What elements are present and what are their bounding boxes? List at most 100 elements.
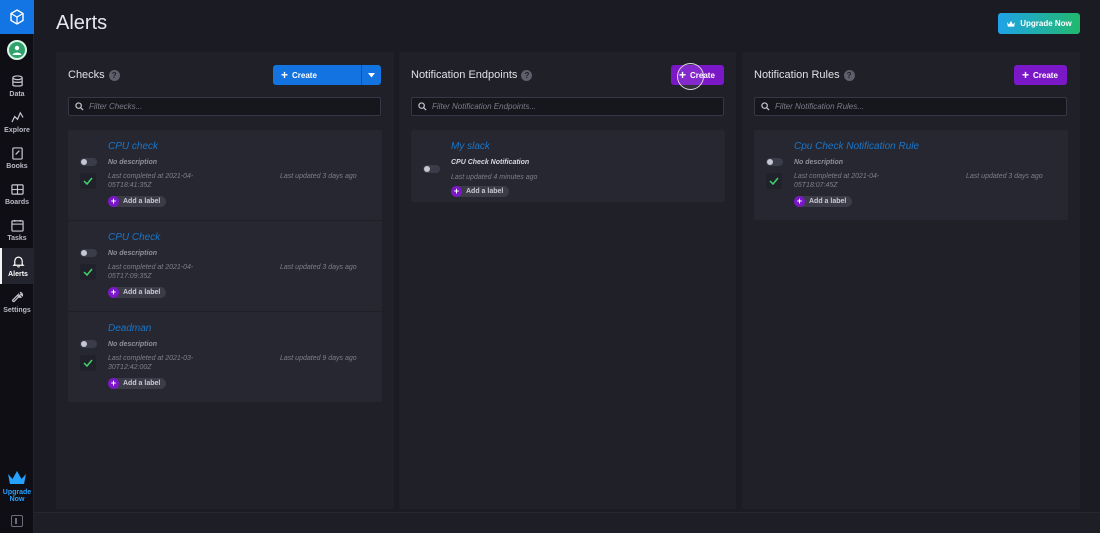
status-ok-icon: [80, 173, 96, 189]
sidebar-item-books[interactable]: Books: [0, 140, 34, 176]
endpoint-name-link[interactable]: My slack: [451, 141, 490, 152]
sidebar-item-label: Settings: [3, 306, 31, 314]
sidebar-item-label: Tasks: [7, 234, 27, 242]
collapse-sidebar-icon[interactable]: [11, 515, 23, 527]
chevron-down-icon[interactable]: [361, 65, 381, 85]
last-updated: Last updated 3 days ago: [280, 264, 357, 271]
help-icon[interactable]: ?: [843, 69, 855, 81]
rule-name-link[interactable]: Cpu Check Notification Rule: [794, 141, 919, 152]
add-label-button[interactable]: + Add a label: [108, 287, 167, 298]
wrench-icon: [11, 291, 23, 302]
add-label-button[interactable]: + Add a label: [451, 186, 510, 197]
crown-icon: [1007, 20, 1016, 27]
add-label-button[interactable]: + Add a label: [108, 196, 167, 207]
notebook-icon: [11, 146, 23, 160]
create-rule-button[interactable]: + Create: [1014, 65, 1067, 85]
check-name-link[interactable]: CPU check: [108, 141, 158, 152]
crown-icon: [8, 471, 26, 484]
add-label-text: Add a label: [466, 188, 504, 195]
sidebar-item-label: Alerts: [8, 270, 28, 278]
upgrade-now-button[interactable]: Upgrade Now: [998, 13, 1080, 34]
check-description[interactable]: No description: [108, 250, 157, 257]
checks-header: Checks ?: [68, 69, 120, 81]
last-updated: Last updated 3 days ago: [966, 173, 1043, 180]
endpoint-card: My slack CPU Check Notification Last upd…: [411, 130, 725, 202]
sidebar-item-data[interactable]: Data: [0, 68, 34, 104]
bell-icon: [11, 256, 25, 267]
endpoints-column: Notification Endpoints ? + Create My sla…: [399, 52, 736, 509]
sidebar-item-explore[interactable]: Explore: [0, 104, 34, 140]
plus-icon: +: [281, 68, 289, 82]
check-description[interactable]: No description: [108, 341, 157, 348]
endpoints-header: Notification Endpoints ?: [411, 69, 533, 81]
sidebar-item-tasks[interactable]: Tasks: [0, 212, 34, 248]
check-name-link[interactable]: CPU Check: [108, 232, 160, 243]
last-completed: Last completed at 2021-03-30T12:42:00Z: [108, 355, 194, 371]
check-toggle[interactable]: [80, 249, 97, 257]
check-card: Deadman No description Last completed at…: [68, 312, 382, 402]
add-label-button[interactable]: + Add a label: [794, 196, 853, 207]
last-updated: Last updated 9 days ago: [280, 355, 357, 362]
add-label-text: Add a label: [123, 380, 161, 387]
app: Data Explore Books Boards Tasks Alerts S…: [0, 0, 1100, 533]
sidebar-upgrade[interactable]: Upgrade Now: [0, 469, 34, 503]
sidebar-item-boards[interactable]: Boards: [0, 176, 34, 212]
rules-search-input[interactable]: [775, 102, 1050, 111]
plus-icon: +: [1022, 68, 1030, 82]
check-toggle[interactable]: [80, 158, 97, 166]
checks-column: Checks ? + Create CPU check No descripti…: [56, 52, 394, 509]
help-icon[interactable]: ?: [521, 69, 533, 81]
sidebar-item-label: Explore: [4, 126, 30, 134]
calendar-icon: [10, 219, 24, 232]
endpoints-search: [411, 97, 724, 116]
check-name-link[interactable]: Deadman: [108, 323, 151, 334]
plus-icon: +: [794, 196, 805, 207]
sidebar: Data Explore Books Boards Tasks Alerts S…: [0, 0, 34, 533]
rules-header: Notification Rules ?: [754, 69, 855, 81]
influx-logo-icon[interactable]: [0, 0, 34, 34]
rule-description[interactable]: No description: [794, 159, 843, 166]
plus-icon: +: [108, 378, 119, 389]
check-description[interactable]: No description: [108, 159, 157, 166]
endpoint-toggle[interactable]: [423, 165, 440, 173]
last-completed: Last completed at 2021-04-05T17:09:35Z: [108, 264, 194, 280]
last-completed: Last completed at 2021-04-05T18:41:35Z: [108, 173, 194, 189]
create-check-button[interactable]: + Create: [273, 65, 381, 85]
add-label-button[interactable]: + Add a label: [108, 378, 167, 389]
rule-toggle[interactable]: [766, 158, 783, 166]
endpoints-title: Notification Endpoints: [411, 69, 518, 81]
sidebar-item-label: Books: [6, 162, 28, 170]
endpoint-description[interactable]: CPU Check Notification: [451, 159, 529, 166]
avatar[interactable]: [6, 40, 27, 60]
sidebar-upgrade-label: Upgrade Now: [2, 489, 32, 503]
last-updated: Last updated 3 days ago: [280, 173, 357, 180]
bottom-strip: [34, 512, 1100, 533]
status-ok-icon: [766, 173, 782, 189]
help-icon[interactable]: ?: [108, 69, 120, 81]
search-icon: [761, 102, 770, 111]
checks-search: [68, 97, 381, 116]
checks-search-input[interactable]: [89, 102, 364, 111]
last-updated: Last updated 4 minutes ago: [451, 174, 538, 181]
check-card: CPU check No description Last completed …: [68, 130, 382, 220]
endpoints-search-input[interactable]: [432, 102, 707, 111]
graph-icon: [10, 111, 24, 122]
last-completed: Last completed at 2021-04-05T18:07:45Z: [794, 173, 880, 189]
page-title: Alerts: [56, 12, 108, 34]
sidebar-item-settings[interactable]: Settings: [0, 284, 34, 320]
database-icon: [11, 74, 23, 87]
status-ok-icon: [80, 264, 96, 280]
sidebar-item-label: Data: [9, 90, 25, 98]
plus-icon: +: [108, 287, 119, 298]
rule-card: Cpu Check Notification Rule No descripti…: [754, 130, 1068, 220]
rules-column: Notification Rules ? + Create Cpu Check …: [742, 52, 1080, 509]
search-icon: [418, 102, 427, 111]
check-toggle[interactable]: [80, 340, 97, 348]
status-ok-icon: [80, 355, 96, 371]
search-icon: [75, 102, 84, 111]
rules-search: [754, 97, 1067, 116]
add-label-text: Add a label: [809, 198, 847, 205]
create-label: Create: [292, 70, 317, 80]
add-label-text: Add a label: [123, 289, 161, 296]
sidebar-item-alerts[interactable]: Alerts: [0, 248, 34, 284]
